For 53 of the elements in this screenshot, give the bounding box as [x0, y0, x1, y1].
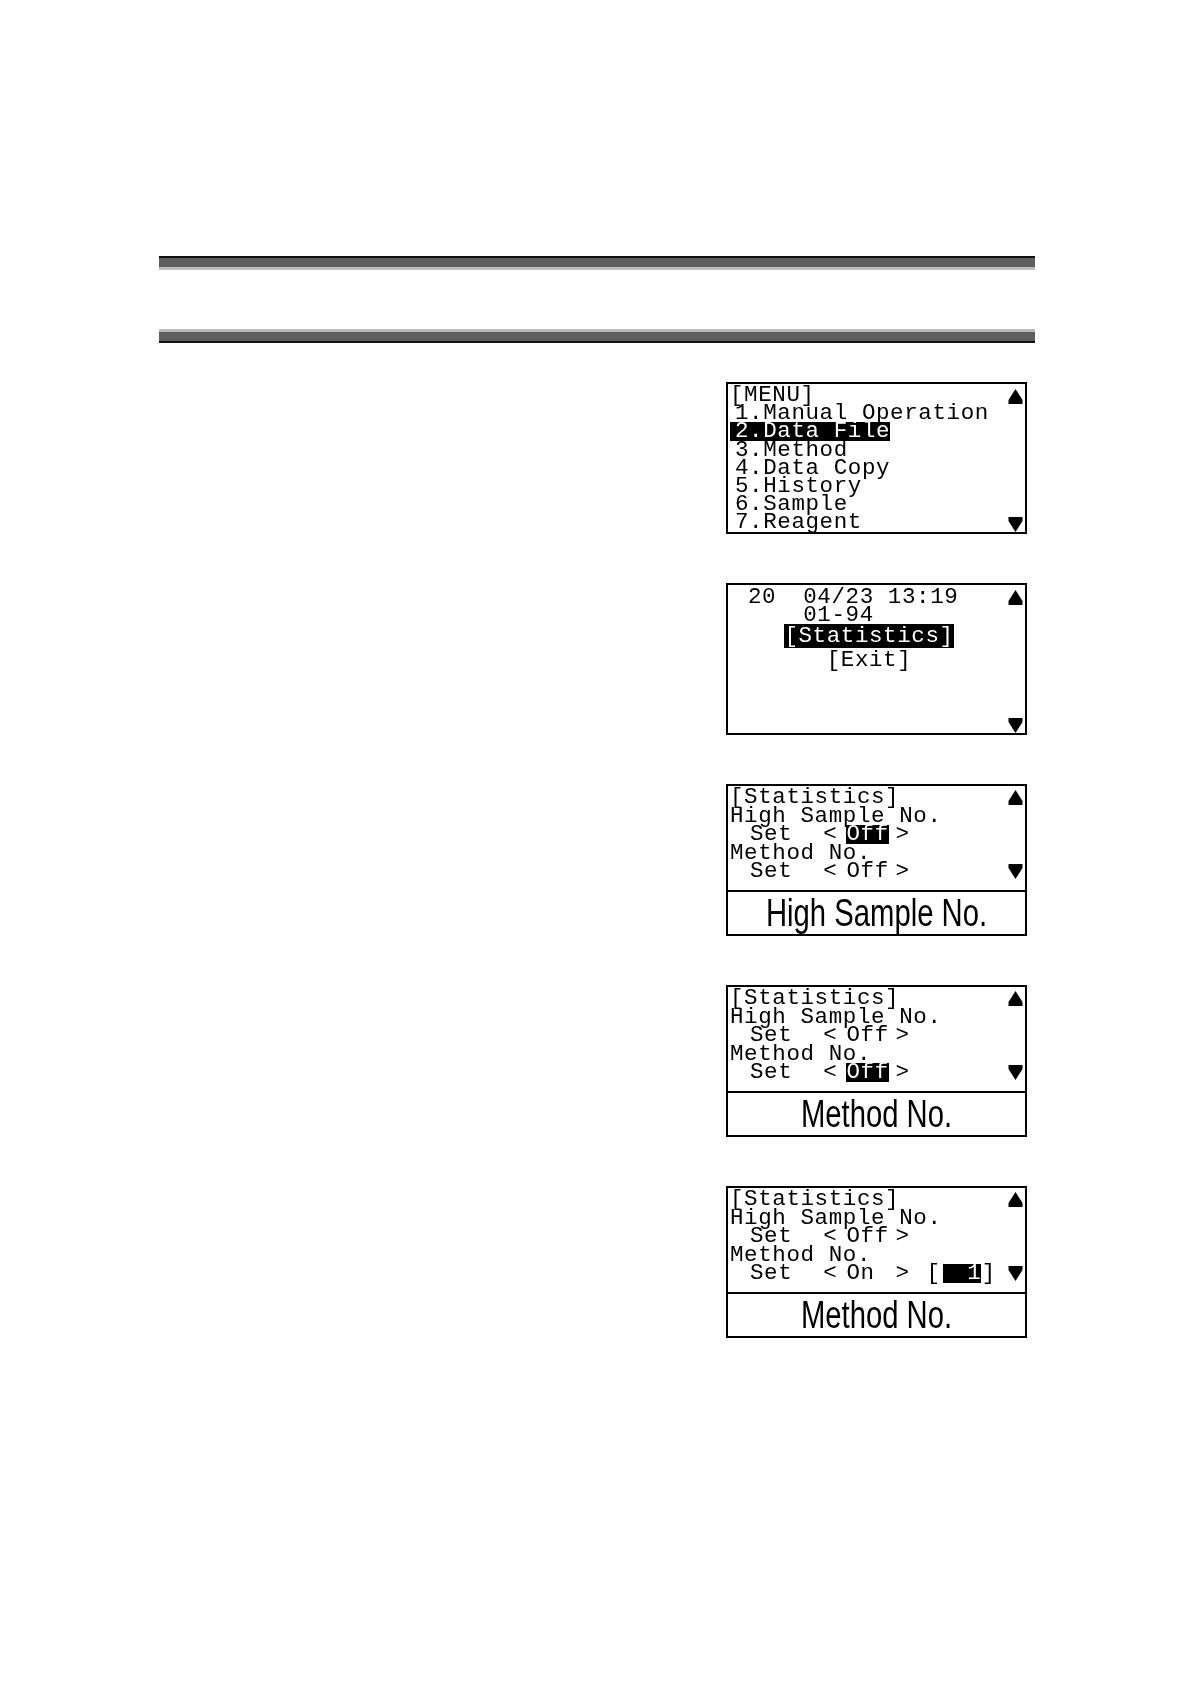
scroll-up-icon — [1008, 389, 1023, 404]
screen-title: [Statistics] — [730, 1190, 900, 1209]
left-angle-bracket: < — [823, 1063, 838, 1082]
menu-option[interactable]: [Statistics] — [784, 624, 954, 648]
help-text: High Sample No. — [765, 892, 988, 934]
screen-title: [Statistics] — [730, 788, 900, 807]
right-angle-bracket: > — [895, 862, 910, 881]
menu-item[interactable]: 7.Reagent — [730, 513, 862, 532]
setting-label: Method No. — [730, 1245, 872, 1264]
left-angle-bracket: < — [823, 1264, 838, 1283]
setting-value[interactable]: Off — [846, 1026, 889, 1045]
left-angle-bracket: < — [823, 862, 838, 881]
set-label: Set — [750, 1063, 793, 1082]
menu-item[interactable]: 2.Data File — [730, 422, 891, 441]
set-label: Set — [750, 862, 793, 881]
set-label: Set — [750, 1227, 793, 1246]
left-angle-bracket: < — [823, 1026, 838, 1045]
set-label: Set — [750, 1264, 793, 1283]
setting-label: Method No. — [730, 1044, 872, 1063]
file-date-time: 04/23 13:19 — [803, 588, 959, 606]
help-text: Method No. — [800, 1093, 953, 1135]
right-angle-bracket: > — [895, 1026, 910, 1045]
menu-option[interactable]: [Exit] — [826, 648, 912, 672]
menu-title: [MENU] — [730, 386, 815, 405]
setting-value[interactable]: Off — [846, 1227, 889, 1246]
screen-title: [Statistics] — [730, 989, 900, 1008]
menu-item[interactable]: 4.Data Copy — [730, 458, 891, 477]
setting-value[interactable]: Off — [846, 862, 889, 881]
set-label: Set — [750, 825, 793, 844]
right-angle-bracket: > — [895, 1264, 910, 1283]
right-angle-bracket: > — [895, 1227, 910, 1246]
scroll-down-icon — [1008, 1065, 1023, 1080]
scroll-up-icon — [1008, 790, 1023, 805]
right-square-bracket: ] — [981, 1264, 996, 1283]
menu-item[interactable]: 6.Sample — [730, 495, 848, 514]
right-angle-bracket: > — [895, 1063, 910, 1082]
left-square-bracket: [ — [926, 1264, 941, 1283]
scroll-down-icon — [1008, 864, 1023, 879]
scroll-up-icon — [1008, 1192, 1023, 1207]
help-text: Method No. — [800, 1294, 953, 1336]
scroll-up-icon — [1008, 590, 1023, 605]
scroll-up-icon — [1008, 991, 1023, 1006]
menu-item[interactable]: 3.Method — [730, 440, 848, 459]
sample-range: 01-94 — [803, 606, 874, 624]
setting-value[interactable]: On — [846, 1264, 875, 1283]
file-number: 20 — [748, 588, 777, 606]
set-label: Set — [750, 1026, 793, 1045]
right-angle-bracket: > — [895, 825, 910, 844]
left-angle-bracket: < — [823, 825, 838, 844]
scroll-down-icon — [1008, 1266, 1023, 1281]
number-entry-field[interactable]: 1 — [942, 1264, 981, 1283]
setting-label: Method No. — [730, 843, 872, 862]
left-angle-bracket: < — [823, 1227, 838, 1246]
